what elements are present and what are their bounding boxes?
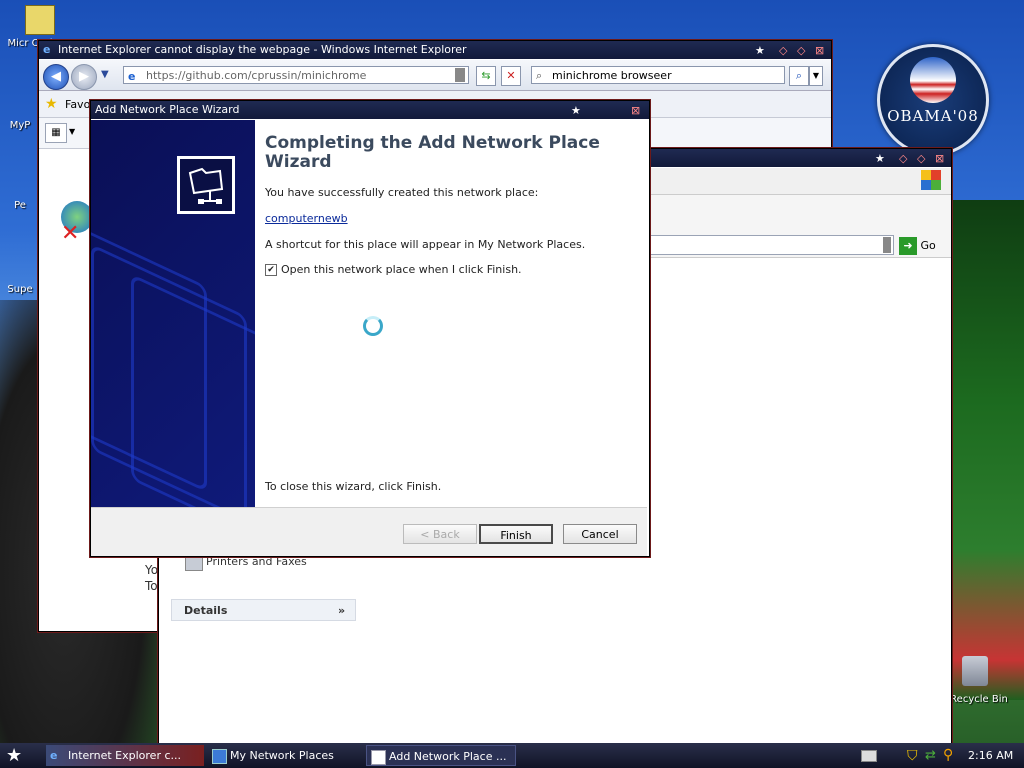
taskbar: ★ e Internet Explorer c... My Network Pl…: [0, 743, 1024, 768]
wizard-title: Add Network Place Wizard: [95, 103, 240, 116]
wizard-shortcut-text: A shortcut for this place will appear in…: [265, 238, 586, 251]
maximize-button[interactable]: ◇: [917, 150, 925, 168]
desktop-icon-label: Pe: [14, 200, 26, 211]
desktop-icon-recycle-bin[interactable]: Recycle Bin: [944, 694, 1014, 705]
add-network-place-wizard: Add Network Place Wizard ★ ⊠ Completing …: [90, 100, 650, 557]
campaign-badge: OBAMA'08: [877, 44, 989, 156]
taskbar-item-ie[interactable]: e Internet Explorer c...: [46, 745, 204, 766]
chevron-down-icon[interactable]: »: [338, 600, 345, 622]
details-panel-header[interactable]: Details »: [171, 599, 356, 621]
cancel-button[interactable]: Cancel: [563, 524, 637, 544]
wizard-button-bar: < Back Finish Cancel: [91, 507, 647, 556]
search-text: minichrome browseer: [552, 69, 672, 82]
search-icon: ⌕: [536, 69, 543, 82]
history-dropdown-icon[interactable]: ▼: [101, 69, 109, 80]
desktop-icon-pe[interactable]: Pe: [0, 200, 40, 211]
quick-tabs-icon[interactable]: ▦: [45, 123, 67, 143]
page-icon: e: [128, 70, 136, 83]
close-button[interactable]: ⊠: [631, 102, 640, 120]
open-place-checkbox-row[interactable]: ✔ Open this network place when I click Fi…: [265, 263, 522, 276]
close-button[interactable]: ⊠: [815, 42, 824, 60]
open-place-checkbox[interactable]: ✔: [265, 264, 277, 276]
ie-titlebar[interactable]: e Internet Explorer cannot display the w…: [39, 41, 831, 59]
security-shield-icon[interactable]: ⛉: [907, 748, 918, 764]
wizard-side-banner: [91, 120, 255, 507]
go-button[interactable]: ➜ Go: [899, 236, 949, 256]
network-icon[interactable]: ⇄: [925, 748, 936, 763]
minimize-button[interactable]: ◇: [779, 42, 787, 60]
taskbar-item-my-network-places[interactable]: My Network Places: [208, 745, 358, 766]
desktop-icon-label: Supe: [7, 284, 33, 295]
wizard-titlebar[interactable]: Add Network Place Wizard ★ ⊠: [91, 101, 649, 119]
error-x-icon: ✕: [61, 221, 80, 246]
ie-logo-icon: e: [50, 749, 58, 762]
go-label: Go: [920, 239, 936, 252]
search-tray-icon[interactable]: ⚲: [943, 747, 953, 763]
loading-spinner-icon: [363, 316, 383, 336]
taskbar-item-wizard[interactable]: Add Network Place ...: [366, 745, 516, 766]
star-menu-icon[interactable]: ★: [875, 150, 885, 168]
finish-button[interactable]: Finish: [479, 524, 553, 544]
outlook-shortcut-icon[interactable]: [25, 5, 55, 35]
star-menu-icon[interactable]: ★: [571, 102, 581, 120]
search-input[interactable]: ⌕ minichrome browseer: [531, 66, 785, 84]
badge-text: OBAMA'08: [887, 107, 979, 125]
printer-icon: [185, 555, 203, 571]
ie-address-bar: ◀ ▶ ▼ e https://github.com/cprussin/mini…: [39, 60, 831, 91]
ie-window-title: Internet Explorer cannot display the web…: [57, 43, 467, 56]
back-button[interactable]: < Back: [403, 524, 477, 544]
go-arrow-icon: ➜: [899, 237, 917, 255]
address-text: https://github.com/cprussin/minichrome: [146, 69, 367, 82]
desktop-icon-label: MyP: [9, 120, 31, 131]
recycle-bin-icon[interactable]: [962, 656, 988, 686]
wizard-close-text: To close this wizard, click Finish.: [265, 480, 442, 493]
taskbar-item-label: My Network Places: [230, 749, 334, 762]
search-options-icon[interactable]: ▼: [809, 66, 823, 86]
address-scroll-icon: [455, 68, 465, 82]
search-go-icon[interactable]: ⌕: [789, 66, 809, 86]
ie-body-text-2: To: [145, 579, 158, 593]
open-place-checkbox-label[interactable]: Open this network place when I click Fin…: [281, 263, 522, 276]
folder-watermark: [131, 273, 255, 507]
ie-logo-icon: e: [43, 43, 51, 56]
desktop-icon-my-pictures[interactable]: MyP: [0, 120, 40, 131]
wizard-heading: Completing the Add Network Place Wizard: [265, 133, 600, 172]
desktop-wallpaper-trees: [940, 200, 1024, 700]
obama-logo-icon: [910, 57, 956, 103]
taskbar-item-label: Add Network Place ...: [389, 750, 507, 763]
back-icon[interactable]: ◀: [43, 64, 69, 90]
desktop-icon-super[interactable]: Supe: [0, 284, 40, 295]
tab-list-icon[interactable]: ▼: [69, 127, 75, 136]
network-places-icon: [212, 749, 227, 764]
wizard-content: Completing the Add Network Place Wizard …: [255, 120, 647, 507]
close-button[interactable]: ⊠: [935, 150, 944, 168]
network-place-link[interactable]: computernewb: [265, 212, 348, 225]
maximize-button[interactable]: ◇: [797, 42, 805, 60]
desktop-icon-label: Recycle Bin: [950, 694, 1008, 705]
keyboard-icon[interactable]: [861, 750, 877, 762]
star-menu-icon[interactable]: ★: [755, 42, 765, 60]
stop-icon[interactable]: ✕: [501, 66, 521, 86]
windows-flag-icon: [921, 170, 941, 190]
wizard-success-text: You have successfully created this netwo…: [265, 186, 539, 199]
window-icon: [371, 750, 386, 765]
address-input[interactable]: e https://github.com/cprussin/minichrome: [123, 66, 469, 84]
details-label: Details: [184, 604, 228, 617]
network-folder-icon: [177, 156, 235, 214]
forward-icon[interactable]: ▶: [71, 64, 97, 90]
address-dropdown-icon[interactable]: [883, 237, 891, 253]
ie-body-text-1: Yo: [145, 563, 159, 577]
favorites-star-icon[interactable]: ★: [45, 96, 58, 112]
clock[interactable]: 2:16 AM: [968, 743, 1013, 768]
refresh-icon[interactable]: ⇆: [476, 66, 496, 86]
minimize-button[interactable]: ◇: [899, 150, 907, 168]
start-star-icon[interactable]: ★: [6, 745, 22, 766]
taskbar-item-label: Internet Explorer c...: [68, 749, 182, 762]
